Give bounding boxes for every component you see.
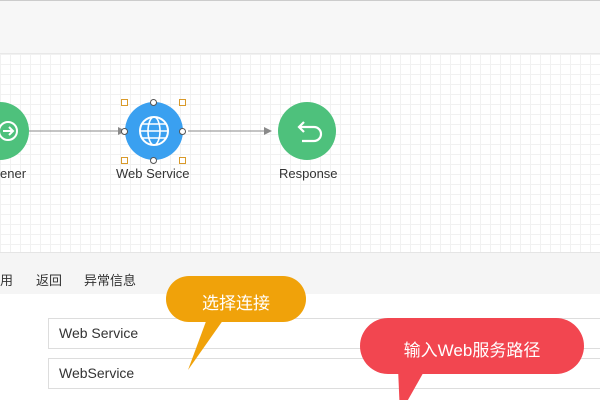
selection-corner-top-right[interactable] (179, 99, 186, 106)
share-icon (0, 121, 18, 141)
selection-corner-bottom-left[interactable] (121, 157, 128, 164)
select-connection-callout: 选择连接 (166, 276, 306, 370)
web-service-node[interactable] (125, 102, 183, 160)
response-node-label: Response (279, 166, 338, 181)
resize-handle-bottom[interactable] (150, 157, 157, 164)
toolbar-item-exception-info[interactable]: 异常信息 (84, 270, 136, 289)
web-service-node-label: Web Service (116, 166, 190, 181)
listener-node[interactable] (0, 102, 29, 160)
enter-path-callout: 输入Web服务路径 (360, 318, 584, 400)
page: ener Web Service Response 用 返回 异常信息 Web … (0, 0, 600, 400)
connector-arrowhead (264, 127, 272, 135)
toolbar-item-back[interactable]: 返回 (36, 270, 62, 289)
selection-corner-top-left[interactable] (121, 99, 128, 106)
return-arrow-icon (297, 121, 323, 143)
top-header-bar (0, 0, 600, 54)
callout-text: 选择连接 (202, 294, 270, 313)
globe-icon (139, 116, 169, 146)
resize-handle-left[interactable] (121, 128, 128, 135)
response-node[interactable] (278, 102, 336, 160)
selection-corner-bottom-right[interactable] (179, 157, 186, 164)
listener-node-label: ener (0, 166, 27, 181)
resize-handle-right[interactable] (179, 128, 186, 135)
flow-canvas[interactable]: ener Web Service Response (0, 54, 600, 252)
toolbar-item-apply[interactable]: 用 (0, 270, 13, 289)
callout-text: 输入Web服务路径 (403, 341, 541, 360)
resize-handle-top[interactable] (150, 99, 157, 106)
